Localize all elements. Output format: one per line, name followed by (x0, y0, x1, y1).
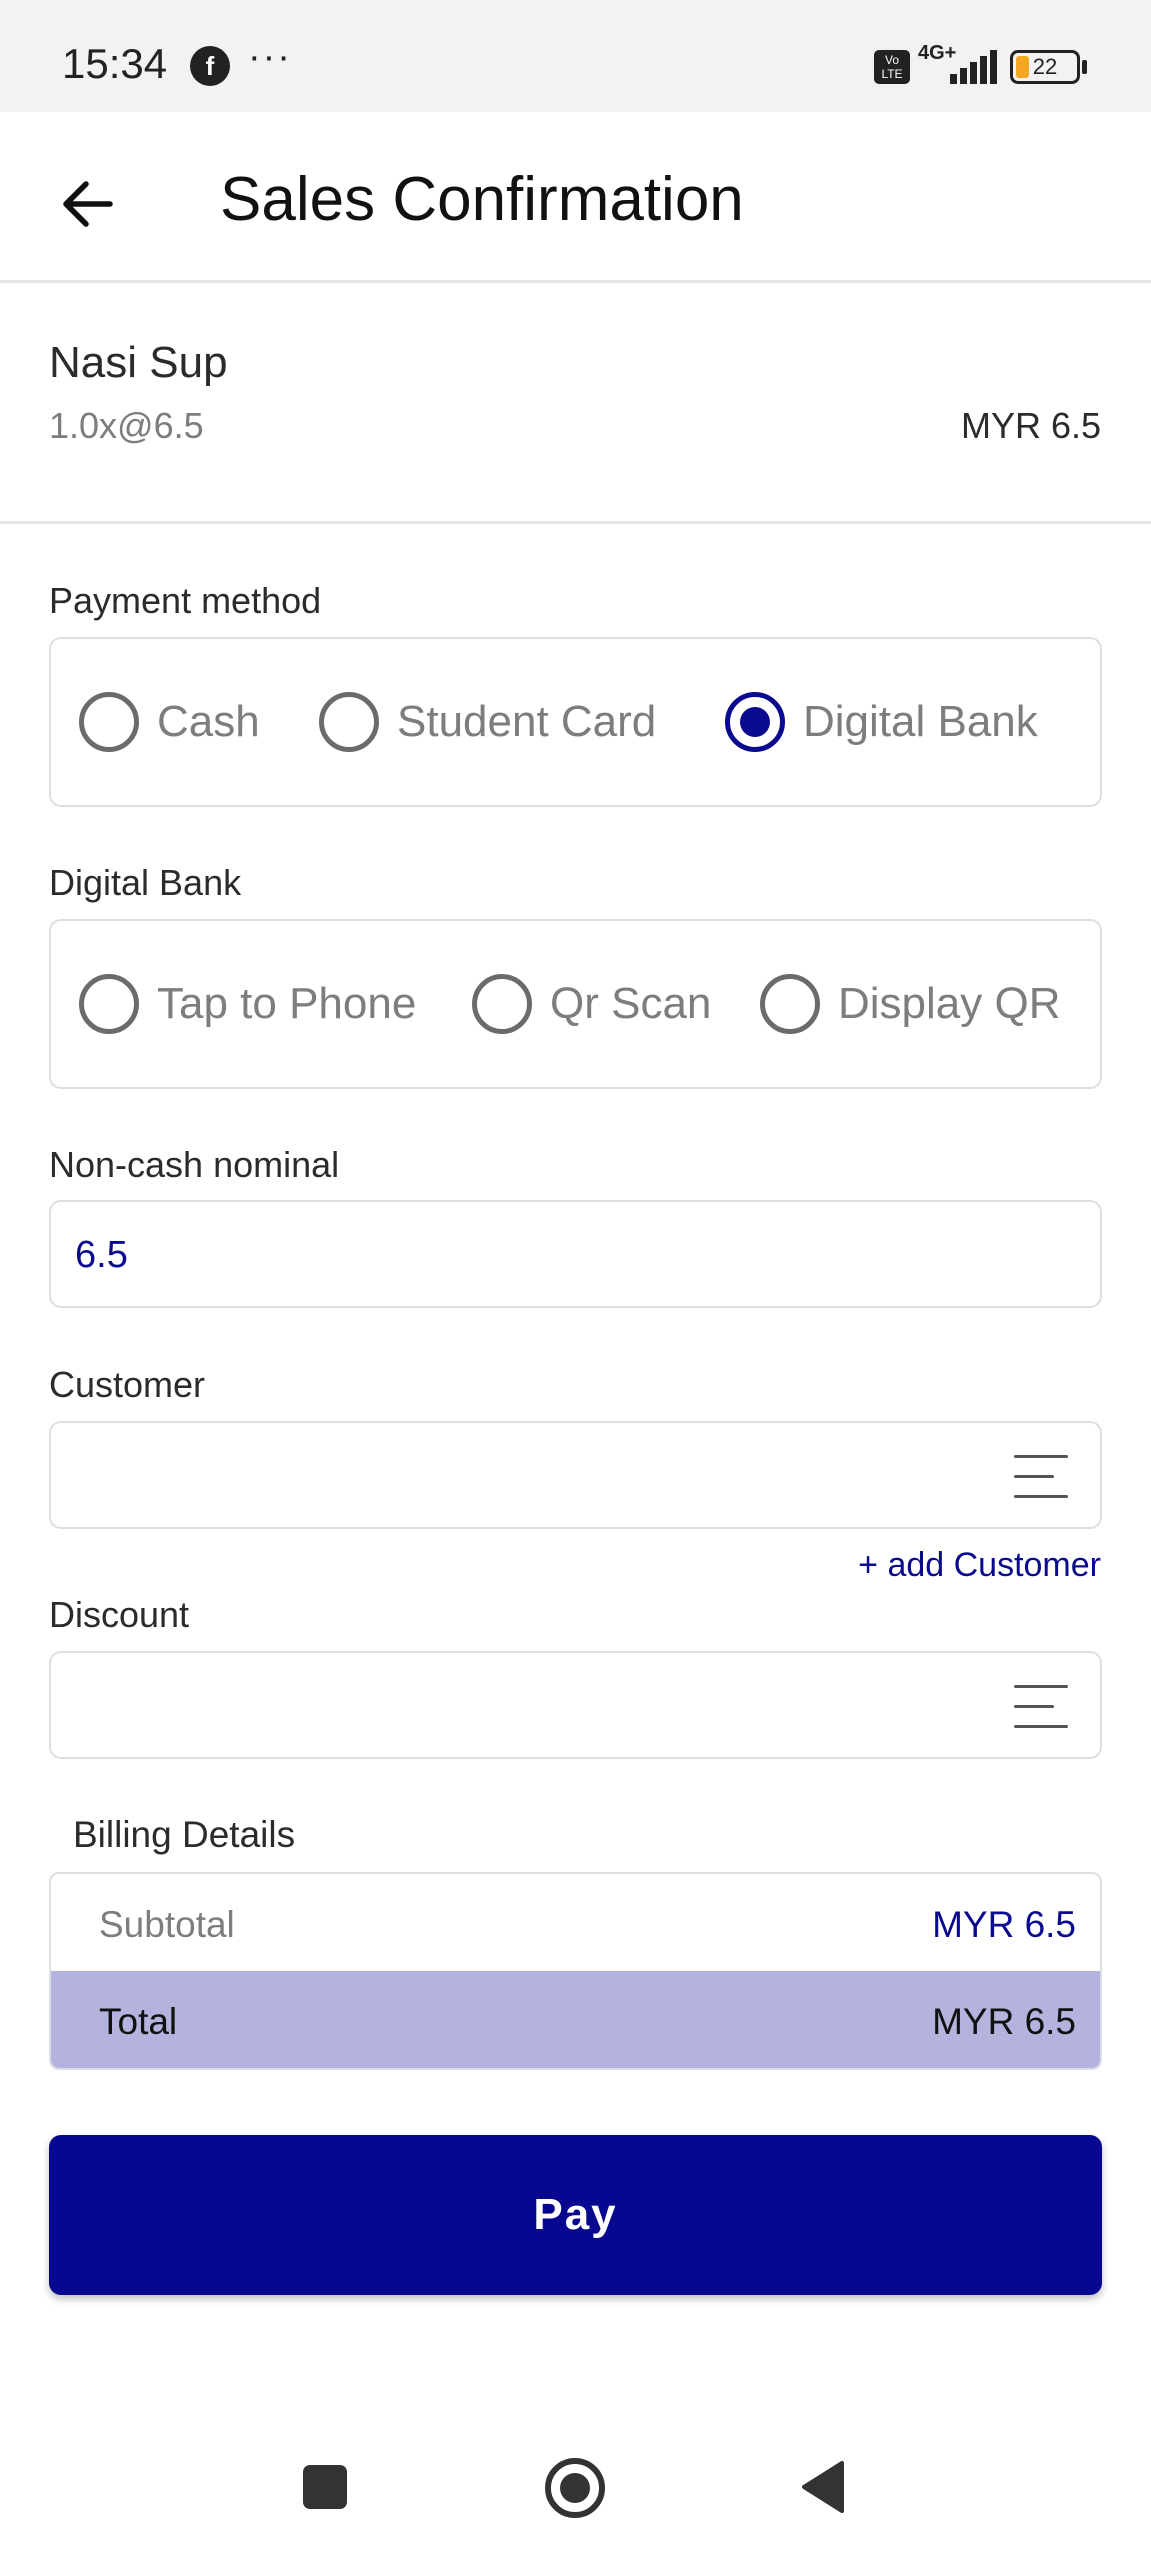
radio-button[interactable] (79, 974, 139, 1034)
radio-qr-scan[interactable]: Qr Scan (472, 921, 711, 1087)
square-recents-icon[interactable] (302, 2464, 348, 2510)
triangle-back-icon[interactable] (800, 2460, 846, 2514)
subtotal-row: Subtotal MYR 6.5 (51, 1874, 1100, 1971)
volte-icon: Vo LTE (874, 50, 910, 84)
list-menu-icon[interactable] (1014, 1453, 1068, 1499)
customer-select[interactable] (49, 1421, 1102, 1529)
non-cash-nominal-input[interactable]: 6.5 (49, 1200, 1102, 1308)
radio-tap-to-phone-label: Tap to Phone (157, 979, 417, 1028)
digital-bank-group: Tap to Phone Qr Scan Display QR (49, 919, 1102, 1089)
status-bar: 15:34 f ··· Vo LTE 4G+ 22 (0, 0, 1151, 112)
radio-student-card-label: Student Card (397, 697, 657, 746)
circle-home-icon[interactable] (543, 2456, 607, 2520)
subtotal-label: Subtotal (99, 1904, 235, 1945)
non-cash-nominal-label: Non-cash nominal (49, 1144, 340, 1185)
discount-select[interactable] (49, 1651, 1102, 1759)
radio-cash-label: Cash (157, 697, 260, 746)
app-bar: Sales Confirmation (0, 112, 1151, 283)
discount-label: Discount (49, 1594, 190, 1635)
billing-table: Subtotal MYR 6.5 Total MYR 6.5 (49, 1872, 1102, 2070)
radio-qr-scan-label: Qr Scan (550, 979, 712, 1028)
total-row: Total MYR 6.5 (51, 1971, 1100, 2068)
subtotal-value: MYR 6.5 (932, 1904, 1076, 1945)
system-nav-bar (0, 2410, 1151, 2560)
status-time: 15:34 (62, 40, 168, 87)
non-cash-nominal-value: 6.5 (75, 1234, 128, 1276)
digital-bank-label: Digital Bank (49, 862, 242, 903)
arrow-left-icon (63, 181, 113, 227)
radio-digital-bank-label: Digital Bank (803, 697, 1038, 746)
signal-strength-icon (950, 50, 997, 84)
add-customer-link[interactable]: + add Customer (858, 1546, 1101, 1585)
more-notifications-icon: ··· (248, 36, 292, 78)
radio-button[interactable] (79, 692, 139, 752)
radio-button[interactable] (472, 974, 532, 1034)
total-label: Total (99, 2001, 178, 2042)
battery-level: 22 (1032, 54, 1058, 79)
payment-method-label: Payment method (49, 580, 322, 621)
back-button[interactable] (48, 164, 128, 244)
radio-button[interactable] (319, 692, 379, 752)
radio-display-qr[interactable]: Display QR (760, 921, 1061, 1087)
radio-student-card[interactable]: Student Card (319, 639, 656, 805)
list-menu-icon[interactable] (1014, 1683, 1068, 1729)
pay-button[interactable]: Pay (49, 2135, 1102, 2295)
radio-digital-bank[interactable]: Digital Bank (725, 639, 1038, 805)
payment-method-group: Cash Student Card Digital Bank (49, 637, 1102, 807)
page-title: Sales Confirmation (220, 165, 744, 234)
item-amount: MYR 6.5 (960, 405, 1101, 446)
radio-button[interactable] (760, 974, 820, 1034)
radio-cash[interactable]: Cash (79, 639, 260, 805)
battery-icon: 22 (1010, 50, 1080, 84)
item-quantity-price: 1.0x@6.5 (49, 405, 204, 446)
radio-button-selected[interactable] (725, 692, 785, 752)
radio-tap-to-phone[interactable]: Tap to Phone (79, 921, 416, 1087)
divider (0, 521, 1151, 524)
item-name: Nasi Sup (49, 338, 228, 387)
customer-label: Customer (49, 1364, 206, 1405)
notification-app-icon: f (190, 46, 230, 86)
total-value: MYR 6.5 (932, 2001, 1076, 2042)
billing-details-title: Billing Details (73, 1814, 296, 1855)
radio-display-qr-label: Display QR (838, 979, 1061, 1028)
